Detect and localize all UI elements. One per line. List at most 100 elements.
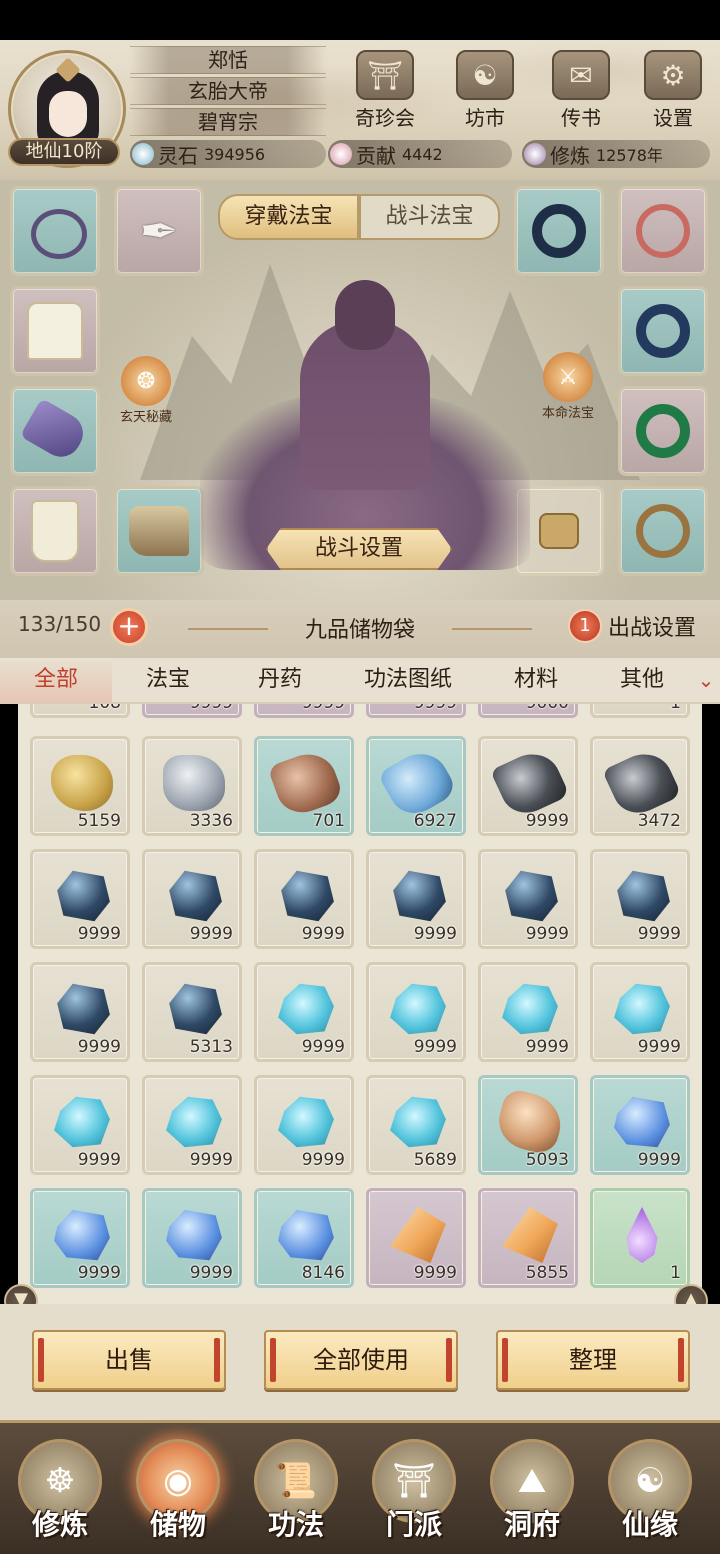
inventory-slot[interactable]: 9999 <box>142 1188 242 1288</box>
tab-category-1[interactable]: 法宝 <box>112 658 224 702</box>
tab-category-3[interactable]: 功法图纸 <box>336 658 480 702</box>
inventory-slot[interactable]: 9999 <box>30 1188 130 1288</box>
inventory-slot-partial[interactable]: 9999 <box>254 704 354 718</box>
equip-slot-armor[interactable] <box>10 286 100 376</box>
inventory-slot[interactable]: 9999 <box>366 849 466 949</box>
sortie-settings-button[interactable]: 1 出战设置 <box>568 606 714 646</box>
inventory-slot[interactable]: 9999 <box>30 962 130 1062</box>
equip-slot-necklace[interactable] <box>10 186 100 276</box>
inventory-slot-partial[interactable]: 9000 <box>478 704 578 718</box>
inventory-slot[interactable]: 9999 <box>478 962 578 1062</box>
sort-button[interactable]: 整理 <box>496 1330 690 1390</box>
chevron-down-icon[interactable]: ⌄ <box>692 668 720 692</box>
blue-crystal-icon <box>278 1209 334 1261</box>
cyan-crystal-icon <box>278 983 334 1035</box>
inventory-grid: 108 9999 9999 9999 9000 1 5159 3336 701 6927 9999 3… <box>18 704 702 1304</box>
inventory-slot[interactable]: 3472 <box>590 736 690 836</box>
cyan-crystal-icon <box>166 1096 222 1148</box>
blue-crystal-icon <box>166 1209 222 1261</box>
inventory-slot[interactable]: 5313 <box>142 962 242 1062</box>
item-count: 9999 <box>413 1263 457 1283</box>
inventory-slot-partial[interactable]: 9999 <box>142 704 242 718</box>
equip-slot-ring-2[interactable] <box>618 186 708 276</box>
inventory-slot[interactable]: 9999 <box>254 962 354 1062</box>
tab-category-0[interactable]: 全部 <box>0 658 112 702</box>
inventory-slot[interactable]: 9999 <box>254 1075 354 1175</box>
item-count: 3336 <box>189 811 233 831</box>
nav-item-sect-gate[interactable]: ⛩ 门派 <box>364 1439 464 1551</box>
inventory-slot[interactable]: 5093 <box>478 1075 578 1175</box>
nav-item-immortal-fate[interactable]: ☯ 仙缘 <box>600 1439 700 1551</box>
item-count: 9999 <box>525 1037 569 1057</box>
equip-slot-ring-5[interactable] <box>618 486 708 576</box>
inventory-slot[interactable]: 5689 <box>366 1075 466 1175</box>
top-button-label: 坊市 <box>465 106 505 130</box>
inventory-slot[interactable]: 8146 <box>254 1188 354 1288</box>
blue-crystal-icon <box>54 1209 110 1261</box>
use-all-button[interactable]: 全部使用 <box>264 1330 458 1390</box>
sword-icon: ⚔ <box>543 352 593 402</box>
natal-treasure-button[interactable]: ⚔ 本命法宝 <box>538 352 598 421</box>
inventory-slot-partial[interactable]: 1 <box>590 704 690 718</box>
top-button-gear[interactable]: ⚙ 设置 <box>640 50 706 134</box>
expand-bag-button[interactable]: + <box>110 608 148 646</box>
inventory-slot[interactable]: 9999 <box>366 1188 466 1288</box>
item-count: 9999 <box>525 924 569 944</box>
inventory-slot[interactable]: 1 <box>590 1188 690 1288</box>
inventory-slot[interactable]: 9999 <box>590 849 690 949</box>
inventory-slot[interactable]: 9999 <box>142 1075 242 1175</box>
inventory-slot[interactable]: 3336 <box>142 736 242 836</box>
tab-category-5[interactable]: 其他 <box>592 658 692 702</box>
black-crystal-icon <box>169 870 222 922</box>
inventory-slot[interactable]: 9999 <box>254 849 354 949</box>
tab-battle-treasures[interactable]: 战斗法宝 <box>359 194 500 240</box>
dark-ore-icon <box>602 744 682 822</box>
item-count: 3472 <box>637 811 681 831</box>
item-count: 108 <box>89 704 121 713</box>
item-count: 701 <box>312 811 345 831</box>
inventory-slot[interactable]: 5159 <box>30 736 130 836</box>
inventory-slot[interactable]: 5855 <box>478 1188 578 1288</box>
inventory-slot[interactable]: 6927 <box>366 736 466 836</box>
item-count: 6927 <box>413 811 457 831</box>
inventory-slot[interactable]: 9999 <box>30 1075 130 1175</box>
gear-icon: ⚙ <box>644 50 702 100</box>
nav-item-technique-scroll[interactable]: 📜 功法 <box>246 1439 346 1551</box>
equip-slot-ring-3[interactable] <box>618 286 708 376</box>
inventory-slot[interactable]: 9999 <box>142 849 242 949</box>
inventory-slot[interactable]: 701 <box>254 736 354 836</box>
bottom-navigation: ☸ 修炼 ◉ 储物 📜 功法 ⛩ 门派 ⛰ 洞府 ☯ 仙缘 <box>0 1420 720 1554</box>
tab-worn-treasures[interactable]: 穿戴法宝 <box>218 194 359 240</box>
inventory-slot[interactable]: 9999 <box>30 849 130 949</box>
top-button-market[interactable]: ☯ 坊市 <box>452 50 518 134</box>
top-button-pavilion[interactable]: ⛩ 奇珍会 <box>352 50 418 134</box>
nav-item-cave-abode[interactable]: ⛰ 洞府 <box>482 1439 582 1551</box>
equip-slot-gloves[interactable] <box>10 386 100 476</box>
equipment-panel: ✒ 穿戴法宝 战斗法宝 ❂ 玄天秘藏 ⚔ 本命法宝 战斗设置 <box>0 180 720 600</box>
inventory-slot-partial[interactable]: 9999 <box>366 704 466 718</box>
top-button-scroll[interactable]: ✉ 传书 <box>548 50 614 134</box>
tab-category-4[interactable]: 材料 <box>480 658 592 702</box>
tab-category-2[interactable]: 丹药 <box>224 658 336 702</box>
inventory-slot[interactable]: 9999 <box>366 962 466 1062</box>
item-count: 8146 <box>301 1263 345 1283</box>
inventory-slot-partial[interactable]: 108 <box>30 704 130 718</box>
item-count: 9999 <box>77 1150 121 1170</box>
equip-slot-pants[interactable] <box>10 486 100 576</box>
inventory-slot[interactable]: 9999 <box>590 962 690 1062</box>
sell-button[interactable]: 出售 <box>32 1330 226 1390</box>
black-crystal-icon <box>617 870 670 922</box>
inventory-slot[interactable]: 9999 <box>590 1075 690 1175</box>
battle-settings-button[interactable]: 战斗设置 <box>266 528 452 570</box>
inventory-slot[interactable]: 9999 <box>478 849 578 949</box>
nav-item-cultivate[interactable]: ☸ 修炼 <box>10 1439 110 1551</box>
inventory-slot[interactable]: 9999 <box>478 736 578 836</box>
mystic-vault-button[interactable]: ❂ 玄天秘藏 <box>116 356 176 425</box>
player-header: 地仙10阶 郑恬 玄胎大帝 碧宵宗 ⛩ 奇珍会 ☯ 坊市 ✉ 传书 ⚙ 设置 灵石 394956 贡… <box>0 40 720 180</box>
equip-slot-ring-4[interactable] <box>618 386 708 476</box>
amber-stone-icon <box>492 1086 568 1158</box>
silver-ore-icon <box>163 755 225 811</box>
natal-treasure-label: 本命法宝 <box>541 406 594 421</box>
black-crystal-icon <box>393 870 446 922</box>
nav-item-storage-bag[interactable]: ◉ 储物 <box>128 1439 228 1551</box>
